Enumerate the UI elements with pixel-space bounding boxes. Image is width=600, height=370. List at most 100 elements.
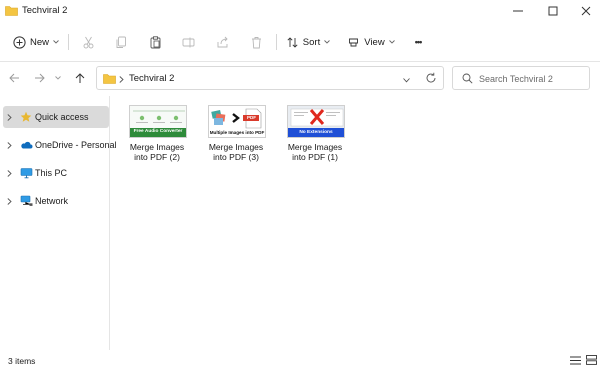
thumbnail-caption: Multiple Images into PDF — [209, 130, 265, 135]
search-box — [452, 66, 590, 90]
breadcrumb[interactable]: Techviral 2 — [129, 73, 174, 84]
expand-chevron-icon[interactable] — [7, 113, 12, 123]
file-name-line: Merge Images — [287, 142, 343, 152]
list-view-icon — [569, 356, 581, 364]
sidebar-item-network[interactable]: Network — [3, 190, 109, 212]
arrow-left-icon — [8, 73, 19, 83]
file-item[interactable]: PDF Multiple Images into PDF Merge Image… — [200, 102, 272, 172]
details-view-button[interactable] — [568, 354, 582, 366]
refresh-button[interactable] — [425, 72, 437, 86]
folder-icon — [103, 73, 116, 86]
title-bar: Techviral 2 — [0, 0, 600, 22]
file-thumbnail: No Extensions — [287, 105, 345, 138]
sidebar-item-this-pc[interactable]: This PC — [3, 162, 109, 184]
file-list: Free Audio Converter Merge Images into P… — [111, 96, 600, 350]
plus-circle-icon — [13, 35, 26, 49]
large-icons-view-button[interactable] — [584, 354, 598, 366]
chevron-down-icon — [403, 78, 410, 83]
scissors-icon — [83, 36, 93, 48]
up-button[interactable] — [72, 70, 88, 86]
arrow-right-icon — [34, 73, 45, 83]
expand-chevron-icon[interactable] — [7, 141, 12, 151]
monitor-icon — [20, 167, 33, 181]
back-button[interactable] — [6, 70, 22, 86]
file-item[interactable]: Free Audio Converter Merge Images into P… — [121, 102, 193, 172]
new-label: New — [29, 36, 49, 48]
thumbnail-caption: Free Audio Converter — [133, 129, 183, 134]
file-name-line: into PDF (1) — [292, 152, 338, 162]
more-options-button[interactable]: ••• — [406, 29, 430, 55]
expand-chevron-icon[interactable] — [7, 169, 12, 179]
status-bar: 3 items — [0, 350, 600, 370]
view-label: View — [364, 36, 385, 48]
file-item[interactable]: No Extensions Merge Images into PDF (1) — [279, 102, 351, 172]
maximize-icon — [548, 6, 558, 16]
chevron-right-icon — [119, 75, 124, 85]
file-name: Merge Images into PDF (1) — [279, 142, 351, 162]
file-thumbnail: Free Audio Converter — [129, 105, 187, 138]
toolbar-divider — [68, 34, 69, 50]
chevron-down-icon — [53, 40, 59, 44]
close-icon — [581, 6, 591, 16]
file-name: Merge Images into PDF (2) — [121, 142, 193, 162]
window-title: Techviral 2 — [22, 5, 68, 16]
chevron-down-icon — [55, 76, 61, 80]
file-name-line: into PDF (3) — [213, 152, 259, 162]
file-name: Merge Images into PDF (3) — [200, 142, 272, 162]
sidebar-item-onedrive[interactable]: OneDrive - Personal — [3, 134, 117, 156]
file-name-line: Merge Images — [129, 142, 185, 152]
trash-icon — [251, 36, 261, 48]
copy-icon — [116, 36, 126, 48]
thumbnail-caption: No Extensions — [299, 130, 333, 135]
tiles-view-icon — [585, 355, 597, 365]
minimize-icon — [513, 10, 523, 12]
navigation-row: Techviral 2 — [0, 62, 600, 94]
clipboard-icon — [150, 35, 160, 48]
pdf-badge: PDF — [247, 115, 256, 120]
expand-chevron-icon[interactable] — [7, 197, 12, 207]
search-icon — [462, 73, 473, 86]
rename-icon — [182, 37, 194, 47]
cloud-icon — [20, 139, 33, 153]
view-button[interactable]: View — [346, 29, 396, 55]
sort-icon — [287, 36, 298, 48]
file-thumbnail: PDF Multiple Images into PDF — [208, 105, 266, 138]
share-button[interactable] — [212, 29, 232, 55]
sidebar-item-quick-access[interactable]: Quick access — [3, 106, 109, 128]
view-icon — [349, 38, 359, 46]
network-icon — [20, 195, 33, 209]
file-name-line: into PDF (2) — [134, 152, 180, 162]
paste-button[interactable] — [145, 29, 165, 55]
search-input[interactable] — [479, 71, 587, 86]
new-button[interactable]: New — [10, 29, 62, 55]
maximize-button[interactable] — [535, 0, 571, 22]
navigation-pane: Quick access OneDrive - Personal This PC… — [0, 96, 117, 350]
star-icon — [20, 111, 32, 125]
chevron-down-icon — [324, 40, 331, 44]
chevron-down-icon — [388, 40, 395, 44]
command-bar: New Sort View ••• — [0, 22, 600, 62]
cut-button[interactable] — [78, 29, 98, 55]
sidebar-item-label: This PC — [35, 168, 68, 178]
recent-locations-button[interactable] — [53, 70, 63, 86]
toolbar-divider — [276, 34, 277, 50]
minimize-button[interactable] — [500, 0, 536, 22]
sidebar-item-label: Network — [35, 196, 69, 206]
sort-label: Sort — [302, 36, 321, 48]
arrow-up-icon — [75, 72, 85, 83]
folder-icon — [5, 5, 18, 18]
item-count: 3 items — [8, 356, 36, 366]
sort-button[interactable]: Sort — [284, 29, 332, 55]
sidebar-item-label: OneDrive - Personal — [35, 140, 117, 150]
share-icon — [217, 36, 228, 47]
rename-button[interactable] — [178, 29, 198, 55]
address-bar[interactable]: Techviral 2 — [96, 66, 444, 90]
delete-button[interactable] — [246, 29, 266, 55]
forward-button[interactable] — [31, 70, 47, 86]
sidebar-item-label: Quick access — [35, 112, 89, 122]
close-button[interactable] — [568, 0, 600, 22]
refresh-icon — [426, 72, 436, 83]
copy-button[interactable] — [111, 29, 131, 55]
more-options-icon: ••• — [414, 37, 423, 47]
address-history-button[interactable] — [403, 75, 410, 85]
